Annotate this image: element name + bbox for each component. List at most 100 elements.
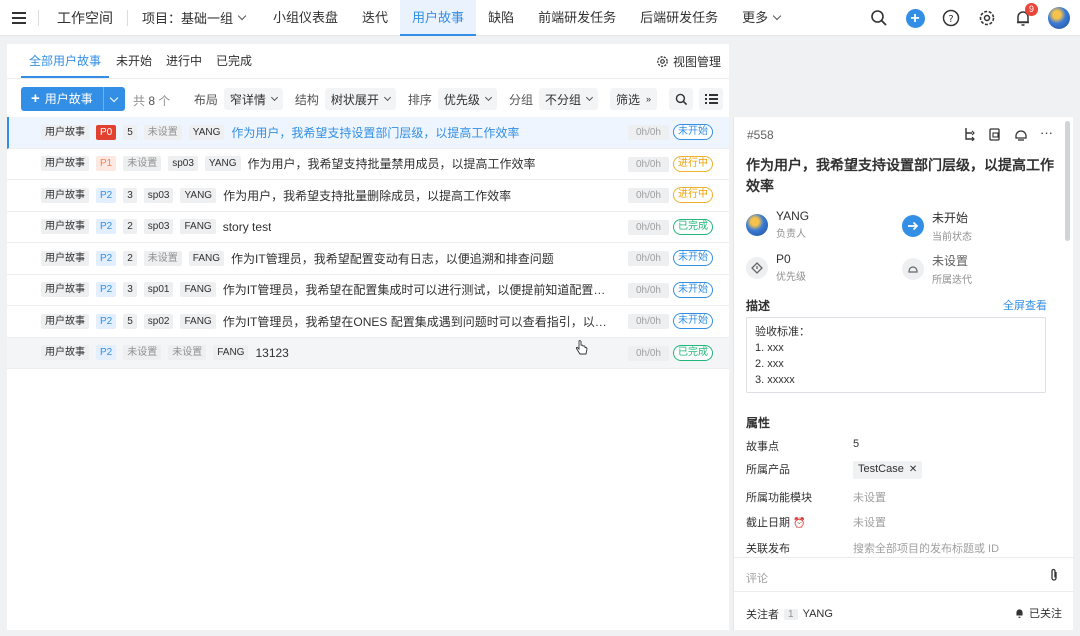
subtask-tree-icon[interactable] [962, 127, 976, 141]
nav-tab-sprint[interactable]: 迭代 [350, 0, 400, 36]
assignee-value: YANG [776, 209, 810, 223]
story-title[interactable]: 作为用户，我希望支持批量禁用成员，以提高工作效率 [248, 155, 536, 172]
story-row[interactable]: 用户故事 P2 5 sp02 FANG 作为IT管理员，我希望在ONES 配置集… [7, 306, 729, 338]
prop-deadline[interactable]: 截止日期 ⏰ 未设置 [746, 514, 886, 530]
owner-tag: YANG [188, 124, 225, 140]
nav-tab-bug[interactable]: 缺陷 [476, 0, 526, 36]
story-title[interactable]: story test [223, 220, 272, 234]
status-badge[interactable]: 进行中 [673, 187, 713, 203]
status-field[interactable]: 未开始 当前状态 [902, 209, 972, 243]
subtab-not-started[interactable]: 未开始 [109, 44, 159, 78]
add-story-button[interactable]: + 用户故事 [21, 87, 103, 111]
search-icon[interactable] [868, 7, 890, 29]
status-badge[interactable]: 未开始 [673, 313, 713, 329]
status-badge[interactable]: 进行中 [673, 155, 713, 172]
owner-tag: FANG [213, 345, 249, 361]
product-chip: TestCase ✕ [853, 461, 923, 479]
story-title[interactable]: 作为IT管理员，我希望配置变动有日志，以便追溯和排查问题 [231, 250, 554, 267]
story-points-tag: 3 [123, 187, 137, 203]
add-icon[interactable]: + [904, 7, 926, 29]
assignee-field[interactable]: YANG 负责人 [746, 209, 809, 240]
story-title[interactable]: 作为用户，我希望支持设置部门层级，以提高工作效率 [231, 124, 519, 141]
subtab-done[interactable]: 已完成 [209, 44, 259, 78]
prop-product[interactable]: 所属产品 TestCase ✕ [746, 461, 923, 479]
story-points-tag: 5 [123, 313, 137, 329]
issue-type-tag: 用户故事 [41, 313, 89, 329]
prop-release[interactable]: 关联发布 搜索全部项目的发布标题或 ID [746, 540, 999, 556]
release-search-input[interactable]: 搜索全部项目的发布标题或 ID [853, 540, 999, 556]
nav-tab-frontend-task[interactable]: 前端研发任务 [526, 0, 628, 36]
prop-module[interactable]: 所属功能模块 未设置 [746, 489, 886, 505]
story-detail-title[interactable]: 作为用户，我希望支持设置部门层级，以提高工作效率 [746, 155, 1066, 197]
attachment-paperclip-icon[interactable] [1048, 568, 1060, 585]
priority-tag: P1 [96, 156, 117, 172]
time-tag: 0h/0h [627, 345, 669, 361]
sort-value: 优先级 [443, 92, 480, 107]
workspace-title[interactable]: 工作空间 [39, 8, 127, 28]
description-box[interactable]: 验收标准： 1. xxx 2. xxx 3. xxxxx [746, 317, 1046, 393]
structure-select[interactable]: 树状展开 [324, 88, 396, 110]
story-row[interactable]: 用户故事 P2 未设置 未设置 FANG 13123 0h/0h 已完成 [7, 337, 729, 369]
status-badge[interactable]: 未开始 [673, 281, 713, 298]
subtab-in-progress[interactable]: 进行中 [159, 44, 209, 78]
properties-heading: 属性 [746, 416, 771, 430]
search-icon[interactable] [669, 88, 693, 110]
status-badge[interactable]: 未开始 [673, 250, 713, 266]
description-line: 验收标准： [755, 326, 810, 338]
nav-tab-dashboard[interactable]: 小组仪表盘 [261, 0, 350, 36]
story-points-tag: 未设置 [123, 345, 162, 361]
notification-bell-icon[interactable]: 9 [1012, 3, 1038, 29]
user-avatar[interactable] [1048, 7, 1070, 29]
chevron-down-icon [484, 93, 492, 102]
list-view-icon[interactable] [699, 88, 723, 110]
nav-tabs: 小组仪表盘 迭代 用户故事 缺陷 前端研发任务 后端研发任务 更多 [261, 0, 792, 36]
story-row[interactable]: 用户故事 P2 3 sp01 FANG 作为IT管理员，我希望在配置集成时可以进… [7, 275, 729, 306]
project-selector[interactable]: 项目：基础一组 [128, 8, 261, 27]
status-badge[interactable]: 已完成 [673, 344, 713, 361]
story-row[interactable]: 用户故事 P2 2 sp03 FANG story test 0h/0h 已完成 [7, 212, 729, 243]
followers-info[interactable]: 关注者 1 YANG [746, 606, 833, 622]
nav-tab-more[interactable]: 更多 [730, 0, 792, 36]
status-badge[interactable]: 已完成 [673, 218, 713, 235]
story-row[interactable]: 用户故事 P2 2 未设置 FANG 作为IT管理员，我希望配置变动有日志，以便… [7, 243, 729, 275]
settings-gear-icon[interactable] [976, 7, 998, 29]
story-title[interactable]: 作为IT管理员，我希望在ONES 配置集成遇到问题时可以查看指引，以便快速解决.… [223, 313, 608, 330]
sprint-label: 所属迭代 [932, 275, 972, 286]
group-select[interactable]: 不分组 [538, 88, 598, 110]
priority-field[interactable]: P0 优先级 [746, 252, 806, 283]
story-row[interactable]: 用户故事 P1 未设置 sp03 YANG 作为用户，我希望支持批量禁用成员，以… [7, 149, 729, 180]
remove-icon[interactable]: ✕ [909, 464, 917, 475]
view-management-button[interactable]: 视图管理 [656, 53, 721, 70]
comment-input[interactable]: 评论 [746, 570, 768, 586]
follow-button[interactable]: 已关注 [1014, 605, 1062, 621]
nav-tab-backend-task[interactable]: 后端研发任务 [628, 0, 730, 36]
copy-icon[interactable] [988, 127, 1002, 141]
comment-icon[interactable] [1014, 127, 1028, 141]
help-icon[interactable]: ? [940, 7, 962, 29]
add-dropdown-button[interactable] [102, 87, 125, 111]
story-title[interactable]: 作为用户，我希望支持批量删除成员，以提高工作效率 [223, 187, 511, 204]
story-title[interactable]: 作为IT管理员，我希望在配置集成时可以进行测试，以便提前知道配置有没有问题... [223, 281, 608, 298]
hamburger-menu-icon[interactable] [0, 0, 38, 36]
subtab-all-stories[interactable]: 全部用户故事 [21, 44, 110, 78]
issue-type-tag: 用户故事 [41, 282, 89, 298]
followers-label: 关注者 [746, 609, 779, 621]
status-badge[interactable]: 未开始 [673, 124, 713, 140]
prop-label: 所属产品 [746, 464, 790, 476]
more-options-icon[interactable]: ··· [1040, 126, 1053, 141]
story-points-tag: 2 [123, 219, 137, 235]
layout-select[interactable]: 窄详情 [223, 88, 283, 110]
story-title[interactable]: 13123 [255, 346, 288, 360]
story-row[interactable]: 用户故事 P2 3 sp03 YANG 作为用户，我希望支持批量删除成员，以提高… [7, 180, 729, 212]
sprint-field[interactable]: 未设置 所属迭代 [902, 252, 972, 286]
filter-button[interactable]: 筛选 » [609, 88, 657, 110]
prop-story-points[interactable]: 故事点 5 [746, 438, 859, 454]
sort-select[interactable]: 优先级 [437, 88, 497, 110]
fullscreen-link[interactable]: 全屏查看 [1003, 297, 1047, 313]
bell-icon [1016, 609, 1023, 618]
group-value: 不分组 [544, 92, 581, 107]
sprint-tag: 未设置 [143, 124, 182, 140]
nav-tab-user-story[interactable]: 用户故事 [400, 0, 477, 36]
story-points-tag: 未设置 [123, 156, 162, 172]
story-row[interactable]: 用户故事 P0 5 未设置 YANG 作为用户，我希望支持设置部门层级，以提高工… [7, 117, 729, 149]
